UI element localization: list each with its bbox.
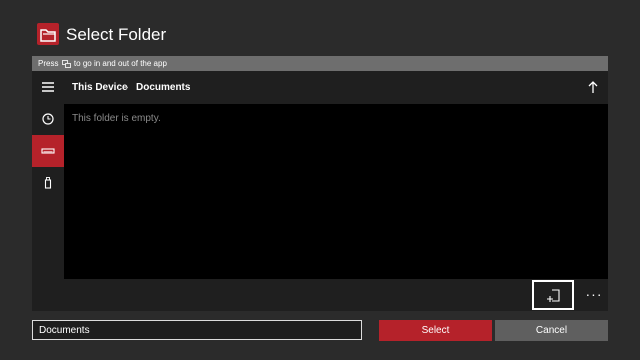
hint-prefix: Press xyxy=(38,59,59,68)
clock-icon xyxy=(42,113,54,125)
more-options-button[interactable]: ··· xyxy=(580,279,608,311)
sidebar-item-this-device[interactable] xyxy=(32,135,64,167)
folder-browser: This Device › Documents This folder is e… xyxy=(64,71,608,311)
usb-drive-icon xyxy=(44,177,52,189)
drive-icon xyxy=(41,148,55,154)
page-title: Select Folder xyxy=(66,25,167,44)
sidebar-item-recent[interactable] xyxy=(32,103,64,135)
hamburger-icon xyxy=(42,82,54,92)
hint-bar: Press to go in and out of the app xyxy=(32,56,608,71)
hint-text: Press to go in and out of the app xyxy=(38,56,167,71)
app-folder-icon xyxy=(37,23,59,45)
view-button-icon xyxy=(61,59,71,68)
breadcrumb-separator: › xyxy=(125,82,129,93)
arrow-up-icon[interactable] xyxy=(586,80,600,94)
breadcrumb: This Device › Documents xyxy=(64,71,608,104)
action-bar: ··· xyxy=(64,279,608,311)
empty-message: This folder is empty. xyxy=(72,113,161,124)
select-button[interactable]: Select xyxy=(379,320,492,341)
breadcrumb-this-device[interactable]: This Device xyxy=(72,71,128,104)
sidebar-item-usb[interactable] xyxy=(32,167,64,199)
breadcrumb-documents[interactable]: Documents xyxy=(136,71,190,104)
hint-suffix: to go in and out of the app xyxy=(73,59,167,68)
new-folder-button[interactable] xyxy=(532,280,574,310)
sidebar xyxy=(32,71,64,311)
new-folder-icon xyxy=(547,289,560,302)
sidebar-item-menu[interactable] xyxy=(32,71,64,103)
cancel-button[interactable]: Cancel xyxy=(495,320,608,341)
folder-content: This folder is empty. xyxy=(64,104,608,279)
folder-name-field[interactable] xyxy=(32,320,362,340)
